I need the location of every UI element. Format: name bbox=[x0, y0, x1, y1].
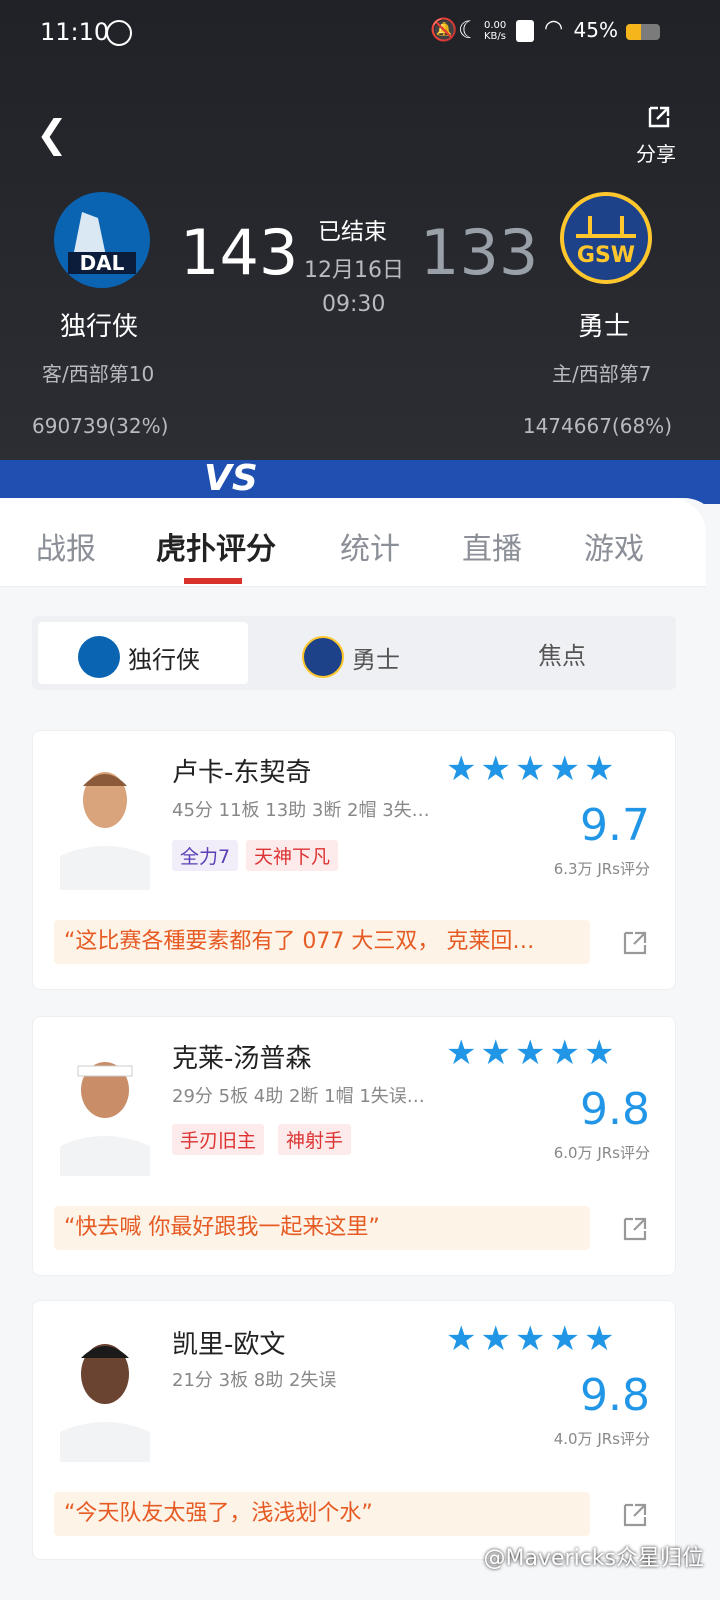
away-team-rank: 主/西部第7 bbox=[552, 362, 652, 386]
away-team-name[interactable]: 勇士 bbox=[578, 306, 630, 343]
star-icon: ★ bbox=[549, 1033, 580, 1073]
game-date: 12月16日 bbox=[304, 258, 404, 283]
vs-label: VS bbox=[204, 458, 258, 499]
open-link-icon[interactable] bbox=[622, 1502, 648, 1528]
player-tag[interactable]: 手刃旧主 bbox=[172, 1124, 265, 1155]
player-name[interactable]: 凯里-欧文 bbox=[172, 1324, 285, 1361]
status-bar: 11:10 🔕 ☾ 0.00 KB/s ◠ 45% bbox=[0, 0, 720, 64]
star-icon: ★ bbox=[583, 1319, 615, 1359]
game-status: 已结束 bbox=[318, 219, 387, 245]
warriors-mini-logo bbox=[302, 636, 344, 678]
top-comment[interactable]: “快去喊 你最好跟我一起来这里” bbox=[54, 1206, 590, 1250]
star-icon: ★ bbox=[480, 1319, 511, 1359]
tab-stats[interactable]: 统计 bbox=[340, 524, 400, 568]
rating-votes: 6.0万 JRs评分 bbox=[553, 1144, 650, 1162]
rating-votes: 6.3万 JRs评分 bbox=[553, 860, 650, 878]
home-team-rank: 客/西部第10 bbox=[42, 362, 155, 386]
player-rating: 9.8 bbox=[580, 1084, 650, 1135]
star-rating[interactable]: ★ ★ ★ ★ ★ bbox=[446, 1036, 614, 1070]
warriors-logo[interactable]: GSW bbox=[560, 192, 652, 284]
away-support-votes: 1474667(68%) bbox=[522, 414, 672, 438]
star-icon: ★ bbox=[446, 1033, 477, 1073]
star-icon: ★ bbox=[480, 749, 511, 789]
rating-votes: 4.0万 JRs评分 bbox=[553, 1430, 650, 1448]
sim-icon bbox=[516, 20, 534, 42]
player-stats: 29分 5板 4助 2断 1帽 1失误… bbox=[172, 1086, 425, 1107]
active-tab-indicator bbox=[184, 578, 242, 584]
moon-icon: ☾ bbox=[458, 16, 480, 44]
battery-icon bbox=[626, 24, 660, 40]
mavericks-mini-logo bbox=[78, 636, 120, 678]
away-score: 133 bbox=[420, 216, 539, 289]
top-comment[interactable]: “这比赛各種要素都有了 077 大三双， 克莱回… bbox=[54, 920, 590, 964]
open-link-icon[interactable] bbox=[622, 930, 648, 956]
star-icon: ★ bbox=[514, 749, 546, 789]
star-icon: ★ bbox=[446, 749, 477, 789]
home-abbr: DAL bbox=[80, 251, 125, 275]
top-comment[interactable]: “今天队友太强了，浅浅划个水” bbox=[54, 1492, 590, 1536]
back-button[interactable]: ❮ bbox=[36, 112, 68, 156]
player-name[interactable]: 卢卡-东契奇 bbox=[172, 752, 311, 789]
player-avatar bbox=[54, 756, 156, 890]
team-switch-label: 独行侠 bbox=[128, 645, 200, 674]
team-switch-label: 勇士 bbox=[352, 645, 400, 674]
player-stats: 21分 3板 8助 2失误 bbox=[172, 1370, 337, 1391]
open-link-icon[interactable] bbox=[622, 1216, 648, 1242]
star-icon: ★ bbox=[583, 749, 615, 789]
status-time: 11:10 bbox=[40, 18, 110, 46]
star-icon: ★ bbox=[480, 1033, 511, 1073]
mute-icon: 🔕 bbox=[430, 18, 458, 43]
team-switch-mavericks[interactable]: 独行侠 bbox=[78, 636, 200, 678]
star-rating[interactable]: ★ ★ ★ ★ ★ bbox=[446, 1322, 614, 1356]
player-tag[interactable]: 天神下凡 bbox=[246, 840, 339, 871]
tab-report[interactable]: 战报 bbox=[36, 524, 96, 568]
player-tag[interactable]: 全力7 bbox=[172, 840, 239, 871]
player-name[interactable]: 克莱-汤普森 bbox=[172, 1038, 311, 1075]
star-icon: ★ bbox=[549, 749, 580, 789]
player-avatar bbox=[54, 1328, 156, 1462]
mavericks-logo[interactable]: DAL bbox=[54, 192, 150, 288]
share-button[interactable]: 分享 bbox=[636, 138, 676, 167]
star-icon: ★ bbox=[549, 1319, 580, 1359]
tab-ratings[interactable]: 虎扑评分 bbox=[156, 524, 276, 568]
star-icon: ★ bbox=[446, 1319, 477, 1359]
home-support-votes: 690739(32%) bbox=[32, 414, 169, 438]
star-icon: ★ bbox=[514, 1319, 546, 1359]
player-stats: 45分 11板 13助 3断 2帽 3失… bbox=[172, 800, 430, 821]
away-abbr: GSW bbox=[577, 243, 635, 268]
app-notification-icon bbox=[106, 20, 132, 46]
team-switch-focus[interactable]: 焦点 bbox=[538, 636, 586, 671]
home-team-name[interactable]: 独行侠 bbox=[60, 306, 138, 343]
share-icon[interactable] bbox=[646, 104, 672, 130]
team-switch-label: 焦点 bbox=[538, 642, 586, 670]
battery-percent: 45% bbox=[573, 18, 618, 42]
watermark: @Mavericks众星归位 bbox=[483, 1546, 704, 1571]
home-score: 143 bbox=[180, 216, 299, 289]
network-speed: 0.00 KB/s bbox=[484, 20, 507, 42]
game-time: 09:30 bbox=[322, 292, 386, 317]
player-tag[interactable]: 神射手 bbox=[278, 1124, 352, 1155]
star-icon: ★ bbox=[583, 1033, 615, 1073]
star-icon: ★ bbox=[514, 1033, 546, 1073]
tab-live[interactable]: 直播 bbox=[462, 524, 522, 568]
wifi-icon: ◠ bbox=[544, 16, 564, 41]
team-switch-warriors[interactable]: 勇士 bbox=[302, 636, 400, 678]
player-rating: 9.8 bbox=[580, 1370, 650, 1421]
player-rating: 9.7 bbox=[580, 800, 650, 851]
tab-games[interactable]: 游戏 bbox=[584, 524, 644, 568]
star-rating[interactable]: ★ ★ ★ ★ ★ bbox=[446, 752, 614, 786]
player-avatar bbox=[54, 1042, 156, 1176]
